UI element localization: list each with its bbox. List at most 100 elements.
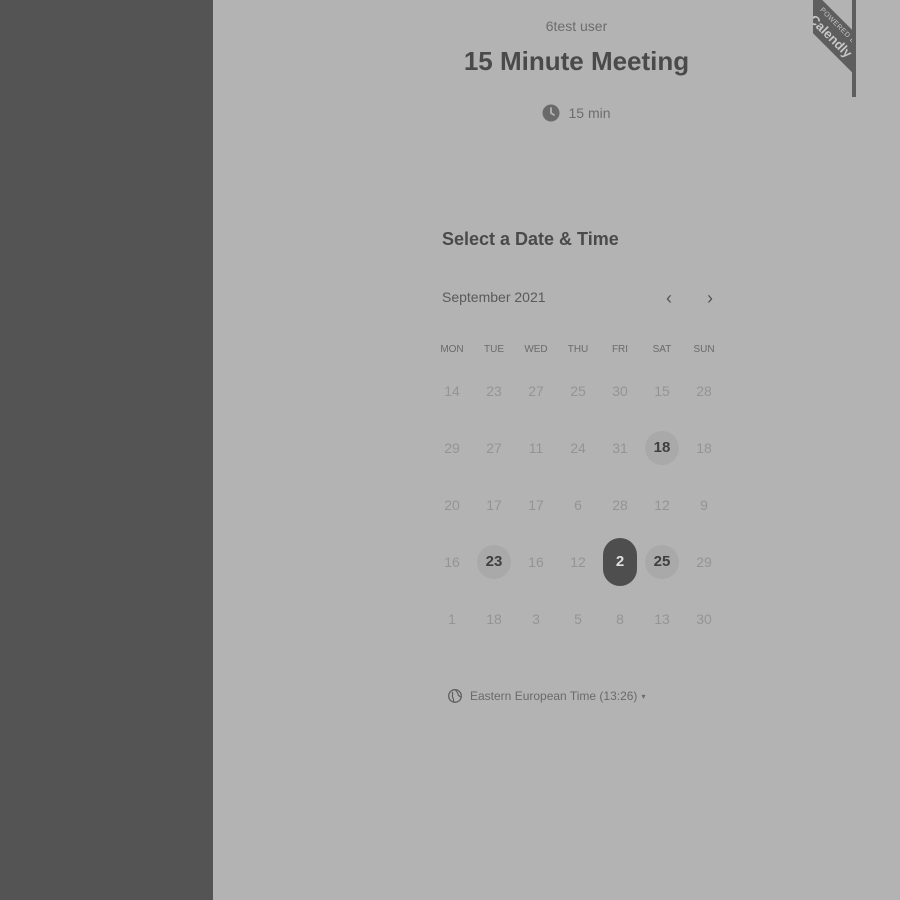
day-number: 1 xyxy=(448,610,456,627)
day-number: 29 xyxy=(696,553,712,570)
day-cell: 25 xyxy=(557,362,599,419)
caret-down-icon: ▾ xyxy=(641,691,646,701)
day-cell: 12 xyxy=(641,476,683,533)
day-number: 6 xyxy=(574,496,582,513)
day-cell: 23 xyxy=(473,362,515,419)
day-number: 16 xyxy=(444,553,460,570)
chevron-left-icon: ‹ xyxy=(666,287,672,308)
clock-icon xyxy=(542,104,560,122)
day-cell: 13 xyxy=(641,590,683,647)
globe-icon xyxy=(448,689,462,703)
day-cell: 18 xyxy=(683,419,725,476)
day-number: 23 xyxy=(486,382,502,399)
day-cell: 1 xyxy=(431,590,473,647)
day-number: 18 xyxy=(696,439,712,456)
duration-label: 15 min xyxy=(568,105,611,121)
day-number: 5 xyxy=(574,610,582,627)
day-number: 28 xyxy=(612,496,628,513)
weekday-thu: THU xyxy=(567,344,589,355)
day-number: 8 xyxy=(616,610,624,627)
weekday-fri: FRI xyxy=(611,344,629,355)
day-cell: 15 xyxy=(641,362,683,419)
day-number: 17 xyxy=(486,496,502,513)
calendar-grid: 14 23 27 25 30 15 28 29 27 11 24 31 18 18 20 17 17 6 28 12 9… xyxy=(431,362,725,647)
day-cell: 16 xyxy=(515,533,557,590)
calendly-ribbon: POWERED BY Calendly xyxy=(813,0,856,90)
day-cell: 14 xyxy=(431,362,473,419)
day-cell: 29 xyxy=(683,533,725,590)
day-number: 25 xyxy=(570,382,586,399)
day-number: 11 xyxy=(528,439,544,456)
day-cell: 5 xyxy=(557,590,599,647)
day-cell: 16 xyxy=(431,533,473,590)
day-cell: 18 xyxy=(473,590,515,647)
day-cell: 12 xyxy=(557,533,599,590)
day-number: 27 xyxy=(486,439,502,456)
day-cell-selected[interactable]: 2 xyxy=(599,533,641,590)
day-number: 31 xyxy=(612,439,628,456)
day-number: 24 xyxy=(570,439,586,456)
day-number: 30 xyxy=(612,382,628,399)
day-number: 23 xyxy=(477,544,511,579)
day-number: 18 xyxy=(645,430,679,465)
day-number: 12 xyxy=(654,496,670,513)
day-number: 29 xyxy=(444,439,460,456)
day-number: 12 xyxy=(570,553,586,570)
timezone-selector[interactable]: Eastern European Time (13:26) ▾ xyxy=(448,689,645,703)
day-cell: 24 xyxy=(557,419,599,476)
weekday-wed: WED xyxy=(524,344,548,355)
weekday-header: MON TUE WED THU FRI SAT SUN xyxy=(431,344,725,355)
day-cell-available[interactable]: 23 xyxy=(473,533,515,590)
prev-month-button[interactable]: ‹ xyxy=(657,286,681,310)
day-number: 17 xyxy=(528,496,544,513)
day-number: 2 xyxy=(603,537,637,586)
day-number: 9 xyxy=(700,496,708,513)
day-cell: 31 xyxy=(599,419,641,476)
next-month-button[interactable]: › xyxy=(698,286,722,310)
day-cell: 17 xyxy=(473,476,515,533)
event-duration: 15 min xyxy=(213,104,900,122)
timezone-label: Eastern European Time (13:26) xyxy=(470,689,638,703)
day-cell-available[interactable]: 25 xyxy=(641,533,683,590)
day-cell: 28 xyxy=(599,476,641,533)
day-number: 30 xyxy=(696,610,712,627)
day-cell: 27 xyxy=(515,362,557,419)
day-cell: 11 xyxy=(515,419,557,476)
day-number: 3 xyxy=(532,610,540,627)
day-number: 28 xyxy=(696,382,712,399)
weekday-tue: TUE xyxy=(484,344,504,355)
day-cell: 8 xyxy=(599,590,641,647)
main-panel: 6test user 15 Minute Meeting 15 min POWE… xyxy=(213,0,900,900)
ribbon-edge xyxy=(852,0,856,97)
day-cell-available[interactable]: 18 xyxy=(641,419,683,476)
day-number: 27 xyxy=(528,382,544,399)
host-name: 6test user xyxy=(545,18,608,34)
month-label: September 2021 xyxy=(442,289,546,305)
weekday-mon: MON xyxy=(440,344,464,355)
day-number: 18 xyxy=(486,610,502,627)
weekday-sat: SAT xyxy=(652,344,672,355)
chevron-right-icon: › xyxy=(707,287,713,308)
day-number: 25 xyxy=(645,544,679,579)
day-cell: 28 xyxy=(683,362,725,419)
day-number: 14 xyxy=(444,382,460,399)
day-cell: 30 xyxy=(599,362,641,419)
day-number: 13 xyxy=(654,610,670,627)
side-panel xyxy=(0,0,213,900)
day-cell: 29 xyxy=(431,419,473,476)
day-cell: 6 xyxy=(557,476,599,533)
day-number: 20 xyxy=(444,496,460,513)
weekday-sun: SUN xyxy=(693,344,715,355)
day-cell: 17 xyxy=(515,476,557,533)
scheduling-page: 6test user 15 Minute Meeting 15 min POWE… xyxy=(0,0,900,900)
section-title: Select a Date & Time xyxy=(442,229,619,249)
day-cell: 9 xyxy=(683,476,725,533)
day-cell: 30 xyxy=(683,590,725,647)
day-number: 15 xyxy=(654,382,670,399)
day-cell: 20 xyxy=(431,476,473,533)
day-cell: 3 xyxy=(515,590,557,647)
day-number: 16 xyxy=(528,553,544,570)
calendly-badge[interactable]: POWERED BY Calendly xyxy=(813,0,856,97)
event-title: 15 Minute Meeting xyxy=(463,46,690,76)
day-cell: 27 xyxy=(473,419,515,476)
